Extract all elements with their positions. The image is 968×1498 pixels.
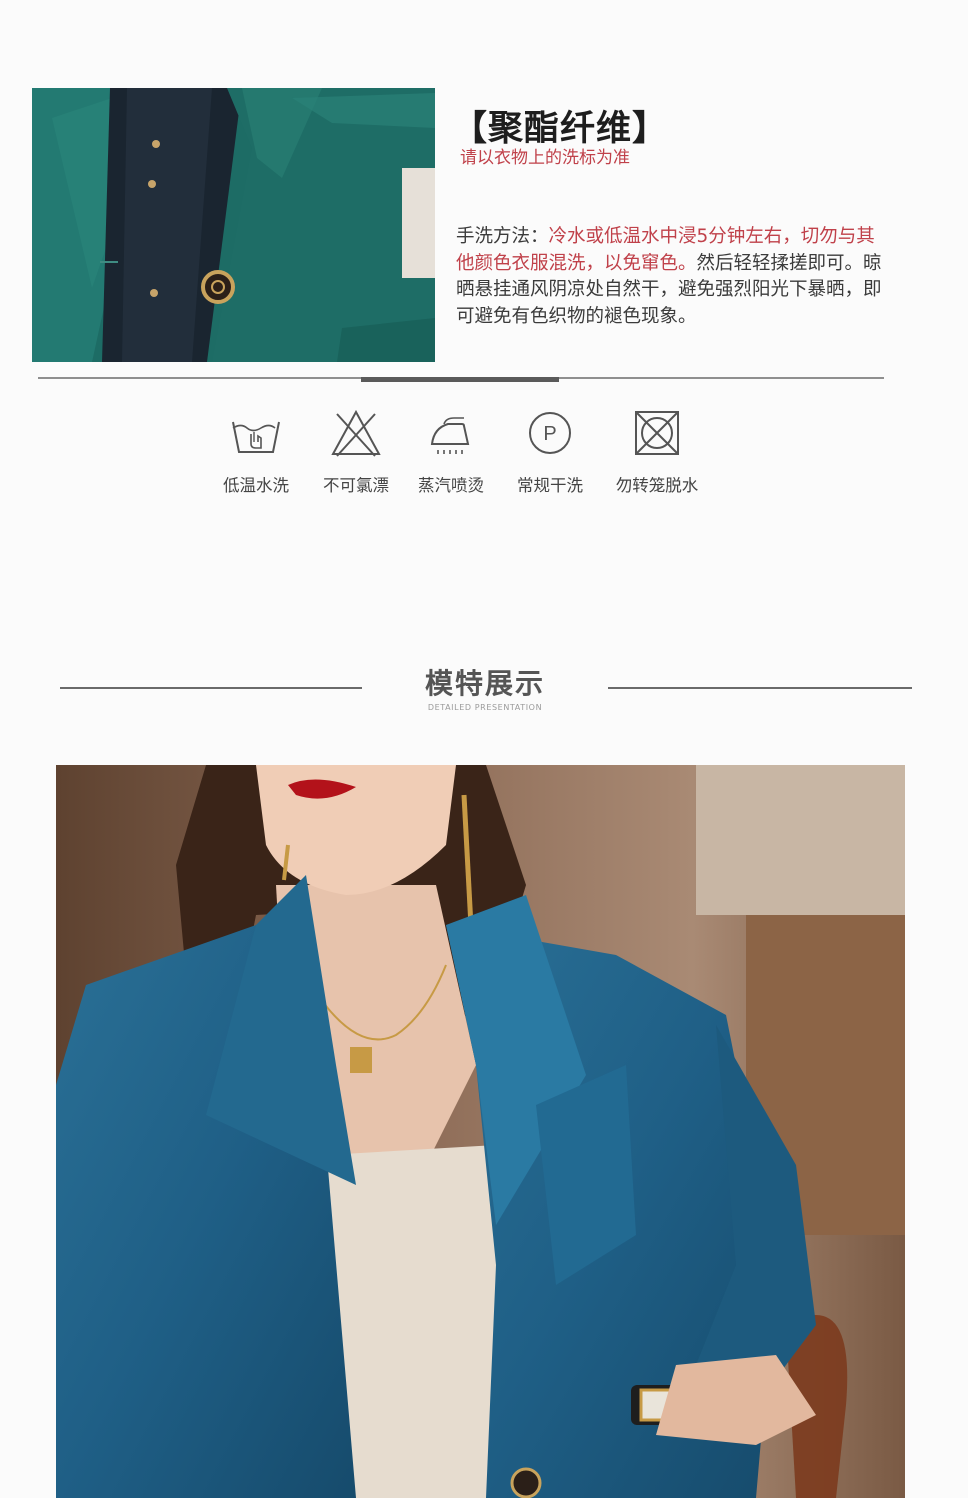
section-title: 模特展示 <box>424 667 545 700</box>
fabric-closeup-photo <box>32 88 435 362</box>
divider-accent <box>361 377 559 382</box>
care-label: 蒸汽喷烫 <box>418 476 484 495</box>
no-tumble-dry-icon <box>635 411 679 455</box>
care-label: 常规干洗 <box>517 476 583 495</box>
model-photo <box>56 765 905 1498</box>
care-label: 低温水洗 <box>223 476 289 495</box>
care-label: 勿转笼脱水 <box>615 476 699 495</box>
section-line-right <box>608 687 912 689</box>
steam-iron-icon <box>430 417 470 454</box>
dry-clean-icon: P <box>529 412 571 454</box>
care-item-dry-clean: P 常规干洗 <box>500 408 600 496</box>
low-temp-wash-icon <box>232 421 280 453</box>
svg-text:P: P <box>543 423 556 445</box>
fabric-note: 请以衣物上的洗标为准 <box>460 148 630 168</box>
section-subtitle: DETAILED PRESENTATION <box>427 703 543 712</box>
care-item-low-temp-wash: 低温水洗 <box>206 408 306 496</box>
care-prefix: 手洗方法： <box>456 226 549 247</box>
section-line-left <box>60 687 362 689</box>
care-item-no-bleach: 不可氯漂 <box>306 408 406 496</box>
care-label: 不可氯漂 <box>323 476 389 495</box>
care-instructions: 手洗方法：冷水或低温水中浸5分钟左右，切勿与其他颜色衣服混洗，以免窜色。然后轻轻… <box>456 224 886 330</box>
no-bleach-icon <box>331 409 381 457</box>
care-item-steam-iron: 蒸汽喷烫 <box>401 408 501 496</box>
care-item-no-tumble-dry: 勿转笼脱水 <box>607 408 707 496</box>
